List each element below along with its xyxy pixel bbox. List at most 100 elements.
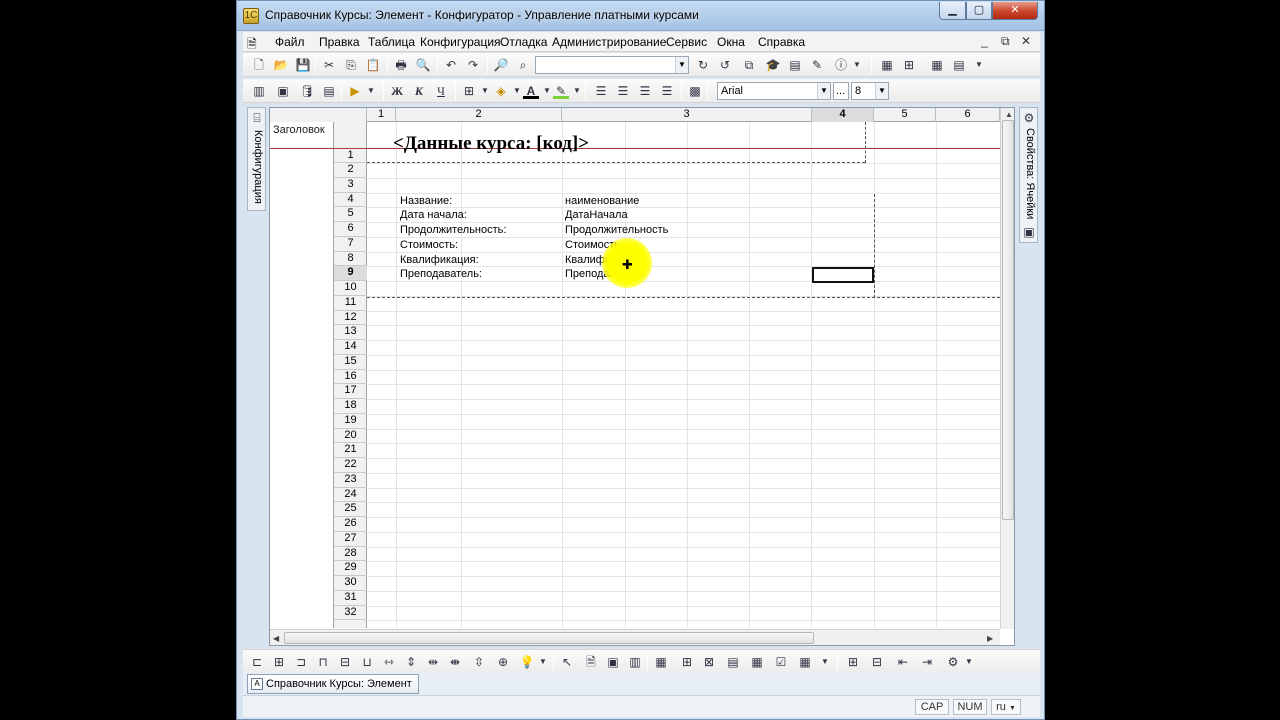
row-header[interactable]: 2 bbox=[334, 163, 367, 178]
settings-icon[interactable]: ⚙ bbox=[945, 654, 961, 670]
picture-icon[interactable]: ▣ bbox=[605, 654, 621, 670]
row-header[interactable]: 30 bbox=[334, 576, 367, 591]
row-header[interactable]: 31 bbox=[334, 591, 367, 606]
row-header[interactable]: 27 bbox=[334, 532, 367, 547]
chart-icon[interactable]: ▥ bbox=[627, 654, 643, 670]
row-header[interactable]: 4 bbox=[334, 193, 367, 208]
font-more-button[interactable]: ... bbox=[833, 82, 849, 100]
scroll-left-icon[interactable]: ◀ bbox=[273, 634, 279, 643]
vertical-scroll-thumb[interactable] bbox=[1002, 120, 1014, 520]
field-value-cell[interactable]: наименование bbox=[565, 194, 639, 208]
italic-icon[interactable]: К bbox=[411, 83, 427, 99]
field-value-cell[interactable]: ДатаНачала bbox=[565, 208, 628, 222]
lightbulb-icon[interactable]: 💡 bbox=[519, 654, 535, 670]
menu-debug[interactable]: Отладка bbox=[500, 35, 547, 49]
language-indicator[interactable]: ru ▼ bbox=[991, 699, 1021, 715]
table-view-icon[interactable]: ▦ bbox=[797, 654, 813, 670]
database-icon[interactable]: 🛢 bbox=[299, 83, 315, 99]
row-header[interactable]: 19 bbox=[334, 414, 367, 429]
pointer-icon[interactable]: ↖ bbox=[559, 654, 575, 670]
corner-cell[interactable] bbox=[270, 108, 367, 122]
font-size-combo[interactable]: 8 ▼ bbox=[851, 82, 889, 100]
menu-table[interactable]: Таблица bbox=[368, 35, 415, 49]
page-icon[interactable]: 🗎 bbox=[583, 654, 599, 670]
row-header[interactable]: 10 bbox=[334, 281, 367, 296]
syntax-helper-icon[interactable]: ▤ bbox=[787, 57, 803, 73]
scroll-right-icon[interactable]: ▶ bbox=[987, 634, 993, 643]
go-forward-icon[interactable]: ⇥ bbox=[919, 654, 935, 670]
row-header[interactable]: 23 bbox=[334, 473, 367, 488]
menu-help[interactable]: Справка bbox=[758, 35, 805, 49]
cut-icon[interactable]: ✂ bbox=[321, 57, 337, 73]
borders-icon[interactable]: ⊞ bbox=[461, 83, 477, 99]
ungroup-icon[interactable]: ⊟ bbox=[869, 654, 885, 670]
field-label-cell[interactable]: Продолжительность: bbox=[400, 223, 506, 237]
print-preview-icon[interactable]: 🔍 bbox=[415, 57, 431, 73]
new-document-icon[interactable]: 🗋 bbox=[251, 57, 267, 73]
row-header[interactable]: 8 bbox=[334, 252, 367, 267]
group-icon[interactable]: ⊞ bbox=[845, 654, 861, 670]
menu-edit[interactable]: Правка bbox=[319, 35, 360, 49]
column-header-selected[interactable]: 4 bbox=[812, 108, 874, 122]
column-header[interactable]: 3 bbox=[562, 108, 812, 122]
row-header[interactable]: 32 bbox=[334, 606, 367, 621]
chevron-down-icon[interactable]: ▼ bbox=[961, 654, 977, 670]
spreadsheet-document[interactable]: 1 2 3 4 5 6 Заголовок 1 2 3 4 5 6 7 8 9 10 11 12 13 1… bbox=[269, 107, 1015, 646]
align-left-edges-icon[interactable]: ⊏ bbox=[249, 654, 265, 670]
row-header[interactable]: 7 bbox=[334, 237, 367, 252]
layout-grid-icon[interactable]: ▦ bbox=[879, 57, 895, 73]
grid-add-icon[interactable]: ▦ bbox=[929, 57, 945, 73]
row-header[interactable]: 29 bbox=[334, 561, 367, 576]
check-grid-icon[interactable]: ☑ bbox=[773, 654, 789, 670]
maximize-button[interactable]: ▢ bbox=[966, 2, 992, 20]
row-header[interactable]: 3 bbox=[334, 178, 367, 193]
pin-icon[interactable]: ▣ bbox=[1021, 224, 1037, 240]
align-right-icon[interactable]: ☰ bbox=[637, 83, 653, 99]
horizontal-scrollbar[interactable]: ◀ ▶ bbox=[270, 629, 1000, 645]
row-header[interactable]: 1 bbox=[334, 122, 367, 163]
1c-icon[interactable]: 1С bbox=[243, 8, 259, 24]
wizard-icon[interactable]: 🎓 bbox=[765, 57, 781, 73]
align-right-edges-icon[interactable]: ⊐ bbox=[293, 654, 309, 670]
same-width-icon[interactable]: ⇿ bbox=[381, 654, 397, 670]
row-header[interactable]: 28 bbox=[334, 547, 367, 562]
window-tab-active[interactable]: A Справочник Курсы: Элемент bbox=[247, 674, 419, 694]
selected-cell[interactable] bbox=[812, 267, 874, 283]
chevron-down-icon[interactable]: ▼ bbox=[477, 83, 493, 99]
mdi-close-icon[interactable]: ✕ bbox=[1021, 34, 1031, 48]
row-header[interactable]: 16 bbox=[334, 370, 367, 385]
chevron-down-icon[interactable]: ▼ bbox=[363, 83, 379, 99]
chevron-down-icon[interactable]: ▼ bbox=[675, 57, 688, 73]
row-header[interactable]: 12 bbox=[334, 311, 367, 326]
chevron-down-icon[interactable]: ▼ bbox=[817, 654, 833, 670]
align-bottom-icon[interactable]: ⊔ bbox=[359, 654, 375, 670]
find-prev-icon[interactable]: ↺ bbox=[717, 57, 733, 73]
find-next-icon[interactable]: ↻ bbox=[695, 57, 711, 73]
row-header[interactable]: 25 bbox=[334, 502, 367, 517]
chevron-down-icon[interactable]: ▼ bbox=[535, 654, 551, 670]
group-label[interactable]: Заголовок bbox=[273, 124, 325, 136]
row-header[interactable]: 13 bbox=[334, 325, 367, 340]
go-back-icon[interactable]: ⇤ bbox=[895, 654, 911, 670]
menu-service[interactable]: Сервис bbox=[666, 35, 707, 49]
form-icon[interactable]: ▣ bbox=[275, 83, 291, 99]
close-button[interactable]: ✕ bbox=[992, 2, 1038, 20]
delete-row-icon[interactable]: ⊠ bbox=[701, 654, 717, 670]
row-header[interactable]: 24 bbox=[334, 488, 367, 503]
copy-icon[interactable]: ⎘ bbox=[343, 57, 359, 73]
field-value-cell[interactable]: Продолжительность bbox=[565, 223, 668, 237]
chevron-down-icon[interactable]: ▼ bbox=[875, 83, 888, 99]
minimize-button[interactable]: ▁ bbox=[939, 2, 966, 20]
merge-cells-icon[interactable]: ▩ bbox=[687, 83, 703, 99]
spacing-icon[interactable]: ⇳ bbox=[471, 654, 487, 670]
paste-icon[interactable]: 📋 bbox=[365, 57, 381, 73]
distribute-h-icon[interactable]: ⇹ bbox=[425, 654, 441, 670]
chevron-down-icon[interactable]: ▼ bbox=[569, 83, 585, 99]
field-label-cell[interactable]: Дата начала: bbox=[400, 208, 467, 222]
same-height-icon[interactable]: ⇕ bbox=[403, 654, 419, 670]
underline-icon[interactable]: Ч bbox=[433, 83, 449, 99]
column-header[interactable]: 5 bbox=[874, 108, 936, 122]
table-icon[interactable]: ▦ bbox=[653, 654, 669, 670]
redo-icon[interactable]: ↷ bbox=[465, 57, 481, 73]
align-left-icon[interactable]: ☰ bbox=[593, 83, 609, 99]
